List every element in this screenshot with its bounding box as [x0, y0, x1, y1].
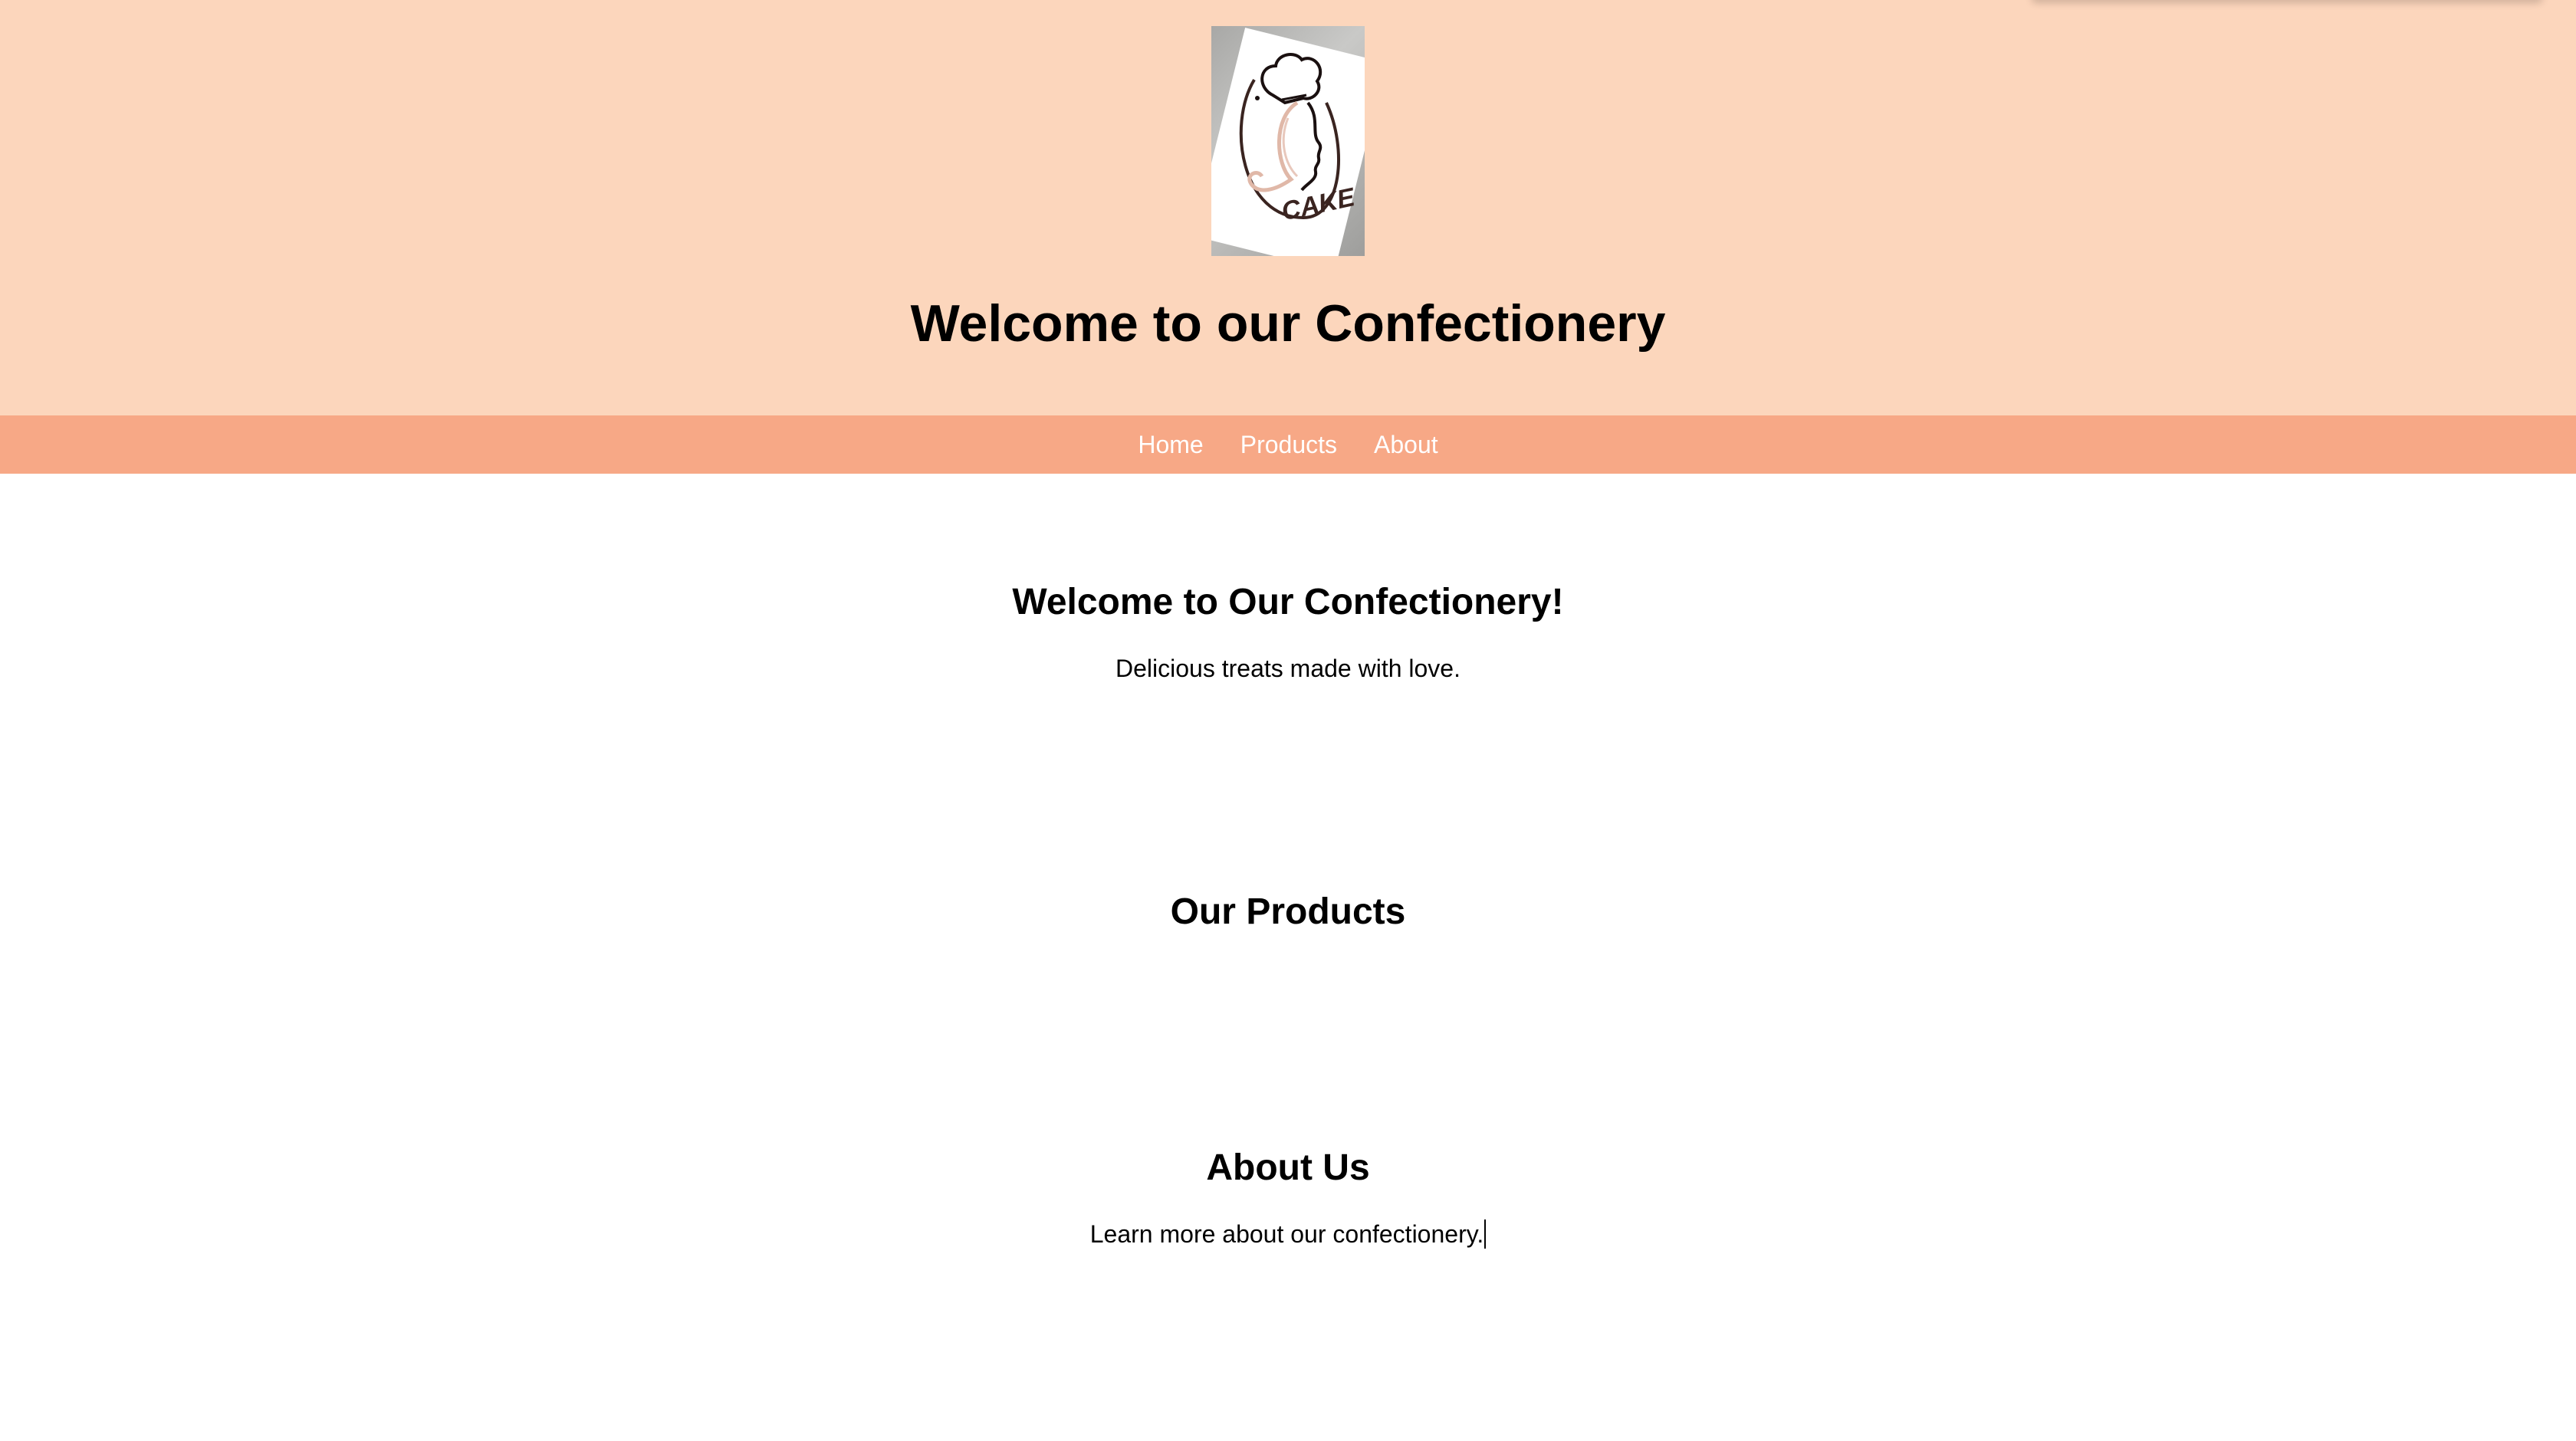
hero-heading: Welcome to Our Confectionery!	[1012, 582, 1564, 622]
logo-image: CAKE	[1211, 26, 1365, 256]
about-heading: About Us	[1206, 1147, 1370, 1188]
text-cursor	[1484, 1219, 1487, 1249]
main-nav: Home Products About	[0, 415, 2576, 474]
site-header: CAKE Welcome to our Confectionery	[0, 0, 2576, 415]
hero-text: Delicious treats made with love.	[1116, 655, 1460, 682]
site-title: Welcome to our Confectionery	[910, 294, 1666, 353]
nav-link-about[interactable]: About	[1374, 415, 1438, 474]
nav-link-home[interactable]: Home	[1138, 415, 1203, 474]
nav-link-products[interactable]: Products	[1240, 415, 1337, 474]
products-heading: Our Products	[1170, 891, 1406, 932]
about-text-wrapper[interactable]: Learn more about our confectionery.	[0, 1217, 2576, 1251]
about-text: Learn more about our confectionery.	[1089, 1220, 1484, 1248]
